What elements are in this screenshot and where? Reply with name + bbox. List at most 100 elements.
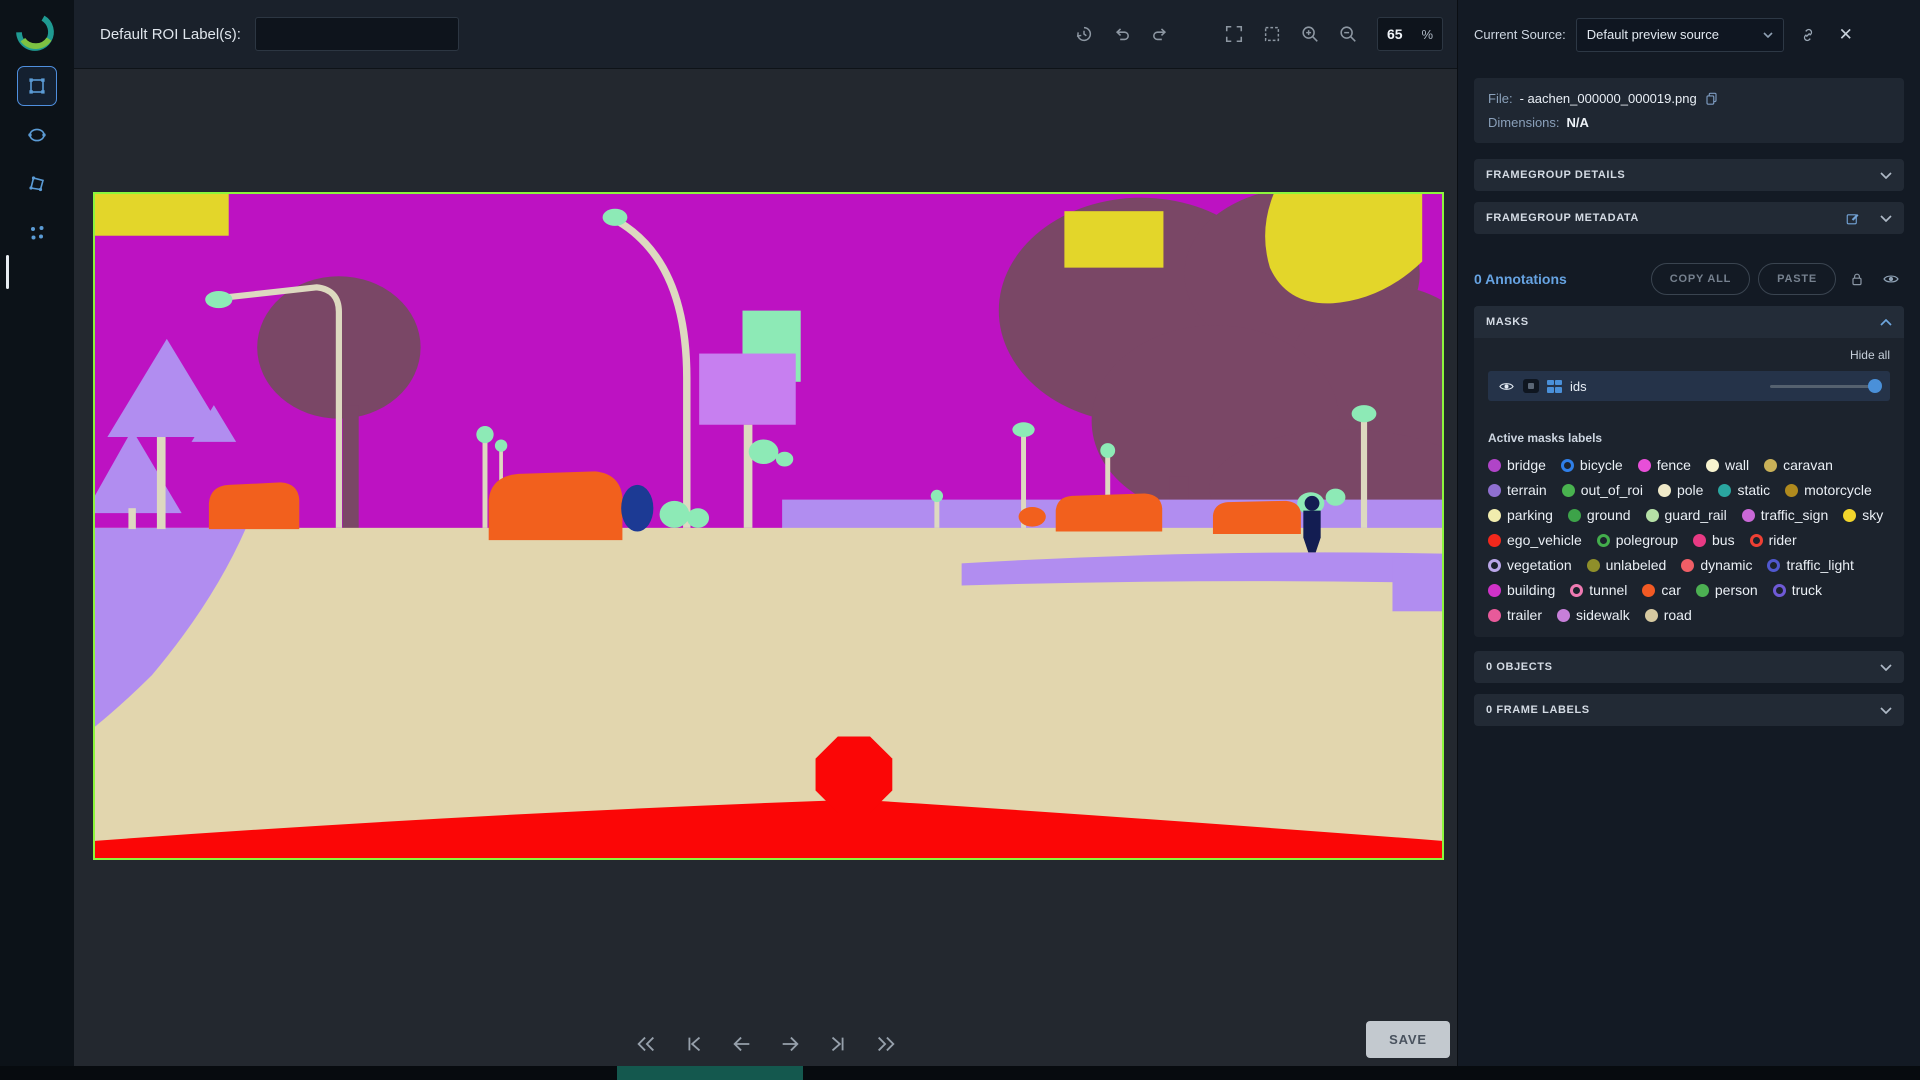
mask-label-text: terrain xyxy=(1507,482,1547,498)
ids-grid-icon[interactable] xyxy=(1547,379,1562,393)
mask-label-parking[interactable]: parking xyxy=(1488,507,1553,523)
step-forward-button[interactable] xyxy=(773,1027,807,1061)
mask-label-text: static xyxy=(1737,482,1771,498)
file-name: - aachen_000000_000019.png xyxy=(1519,91,1697,106)
mask-label-caravan[interactable]: caravan xyxy=(1764,457,1833,473)
slider-thumb[interactable] xyxy=(1868,379,1882,393)
mask-color-dot xyxy=(1764,458,1778,472)
framegroup-metadata-section[interactable]: FRAMEGROUP METADATA xyxy=(1474,202,1904,234)
mask-label-text: trailer xyxy=(1507,607,1543,623)
mask-label-ground[interactable]: ground xyxy=(1567,507,1631,523)
mask-label-text: sky xyxy=(1862,507,1884,523)
close-button[interactable]: ✕ xyxy=(1832,21,1860,49)
mask-label-fence[interactable]: fence xyxy=(1637,457,1691,473)
undo-button[interactable] xyxy=(1105,17,1139,51)
save-button[interactable]: SAVE xyxy=(1366,1021,1450,1058)
ids-mask-row[interactable]: ids xyxy=(1488,371,1890,401)
fast-forward-icon xyxy=(877,1036,895,1052)
frame-transport-controls xyxy=(74,1016,1457,1072)
source-dropdown[interactable]: Default preview source xyxy=(1575,17,1784,52)
actual-size-button[interactable] xyxy=(1255,17,1289,51)
mask-label-vegetation[interactable]: vegetation xyxy=(1488,557,1572,573)
roi-labels-input[interactable] xyxy=(254,17,459,51)
zoom-in-button[interactable] xyxy=(1293,17,1327,51)
mask-label-bus[interactable]: bus xyxy=(1693,532,1735,548)
chevron-up-icon xyxy=(1880,318,1892,326)
chevron-down-icon xyxy=(1880,214,1892,222)
mask-label-sky[interactable]: sky xyxy=(1843,507,1883,523)
mask-label-text: person xyxy=(1714,582,1758,598)
eye-icon[interactable] xyxy=(1498,378,1515,395)
ellipse-tool-button[interactable] xyxy=(17,115,57,155)
mask-label-traffic_sign[interactable]: traffic_sign xyxy=(1741,507,1828,523)
previous-frame-button[interactable] xyxy=(677,1027,711,1061)
mask-color-dot xyxy=(1772,583,1786,597)
mask-label-text: building xyxy=(1507,582,1556,598)
mask-label-terrain[interactable]: terrain xyxy=(1488,482,1547,498)
bottom-strip xyxy=(0,1066,1920,1080)
history-button[interactable] xyxy=(1067,17,1101,51)
ids-label: ids xyxy=(1570,378,1587,394)
mask-label-static[interactable]: static xyxy=(1718,482,1770,498)
mask-label-tunnel[interactable]: tunnel xyxy=(1570,582,1627,598)
copy-icon[interactable] xyxy=(1704,91,1719,106)
mask-label-text: fence xyxy=(1656,457,1691,473)
points-tool-button[interactable] xyxy=(17,213,57,253)
ids-opacity-slider[interactable] xyxy=(1770,379,1882,393)
fast-forward-button[interactable] xyxy=(869,1027,903,1061)
mask-label-trailer[interactable]: trailer xyxy=(1488,607,1542,623)
rewind-button[interactable] xyxy=(629,1027,663,1061)
visibility-button[interactable] xyxy=(1878,266,1904,292)
framegroup-details-section[interactable]: FRAMEGROUP DETAILS xyxy=(1474,159,1904,191)
mask-label-road[interactable]: road xyxy=(1644,607,1692,623)
mask-label-truck[interactable]: truck xyxy=(1772,582,1822,598)
mask-label-dynamic[interactable]: dynamic xyxy=(1681,557,1752,573)
mask-label-person[interactable]: person xyxy=(1695,582,1758,598)
current-source-label: Current Source: xyxy=(1474,27,1566,42)
mask-label-building[interactable]: building xyxy=(1488,582,1555,598)
paste-button[interactable]: PASTE xyxy=(1758,263,1836,295)
mask-label-text: unlabeled xyxy=(1605,557,1667,573)
bounding-box-tool-button[interactable] xyxy=(17,66,57,106)
mask-style-toggle[interactable] xyxy=(1523,379,1539,393)
mask-label-text: motorcycle xyxy=(1804,482,1872,498)
segmentation-canvas[interactable] xyxy=(93,192,1444,860)
frame-labels-section[interactable]: 0 FRAME LABELS xyxy=(1474,694,1904,726)
mask-label-polegroup[interactable]: polegroup xyxy=(1596,532,1678,548)
redo-button[interactable] xyxy=(1143,17,1177,51)
objects-section[interactable]: 0 OBJECTS xyxy=(1474,651,1904,683)
hide-all-link[interactable]: Hide all xyxy=(1474,338,1904,362)
zoom-out-button[interactable] xyxy=(1331,17,1365,51)
left-toolbar xyxy=(0,0,74,1080)
link-button[interactable] xyxy=(1794,21,1822,49)
mask-color-dot xyxy=(1488,558,1501,572)
mask-label-out_of_roi[interactable]: out_of_roi xyxy=(1561,482,1643,498)
lock-button[interactable] xyxy=(1844,266,1870,292)
mask-label-sidewalk[interactable]: sidewalk xyxy=(1557,607,1630,623)
mask-label-bicycle[interactable]: bicycle xyxy=(1560,457,1623,473)
mask-label-pole[interactable]: pole xyxy=(1657,482,1703,498)
polygon-tool-button[interactable] xyxy=(17,164,57,204)
mask-label-unlabeled[interactable]: unlabeled xyxy=(1586,557,1667,573)
copy-all-button[interactable]: COPY ALL xyxy=(1650,263,1751,295)
mask-label-text: ground xyxy=(1586,507,1631,523)
masks-header[interactable]: MASKS xyxy=(1474,306,1904,338)
mask-label-traffic_light[interactable]: traffic_light xyxy=(1767,557,1854,573)
fit-to-screen-button[interactable] xyxy=(1217,17,1251,51)
next-frame-button[interactable] xyxy=(821,1027,855,1061)
roi-labels-label: Default ROI Label(s): xyxy=(100,25,241,43)
edit-icon[interactable] xyxy=(1845,211,1860,226)
mask-color-dot xyxy=(1488,608,1501,622)
step-back-button[interactable] xyxy=(725,1027,759,1061)
mask-label-motorcycle[interactable]: motorcycle xyxy=(1785,482,1872,498)
mask-label-ego_vehicle[interactable]: ego_vehicle xyxy=(1488,532,1582,548)
mask-label-guard_rail[interactable]: guard_rail xyxy=(1645,507,1727,523)
mask-label-wall[interactable]: wall xyxy=(1705,457,1749,473)
mask-label-rider[interactable]: rider xyxy=(1749,532,1797,548)
bounding-box-icon xyxy=(29,78,45,94)
zoom-level-input[interactable]: 65 % xyxy=(1377,17,1443,51)
mask-label-car[interactable]: car xyxy=(1642,582,1681,598)
masks-panel: MASKS Hide all ids Active masks labels b… xyxy=(1474,306,1904,637)
mask-label-bridge[interactable]: bridge xyxy=(1488,457,1546,473)
actual-size-icon xyxy=(1264,26,1280,42)
